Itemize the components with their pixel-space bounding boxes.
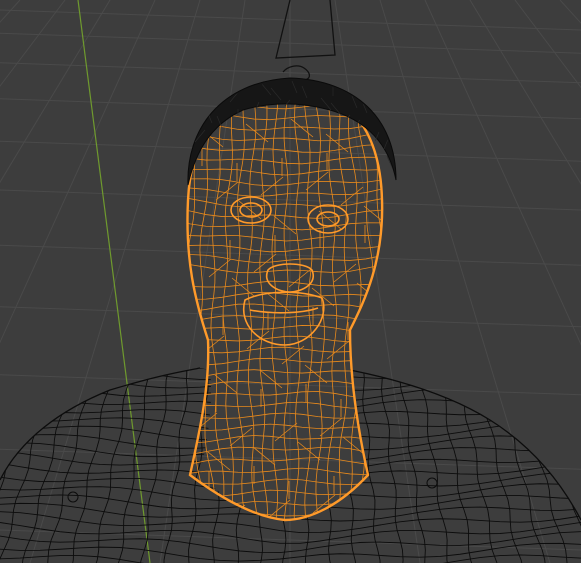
camera-rig-wire	[275, 0, 336, 81]
viewport-canvas[interactable]	[0, 0, 581, 563]
3d-viewport[interactable]	[0, 0, 581, 563]
